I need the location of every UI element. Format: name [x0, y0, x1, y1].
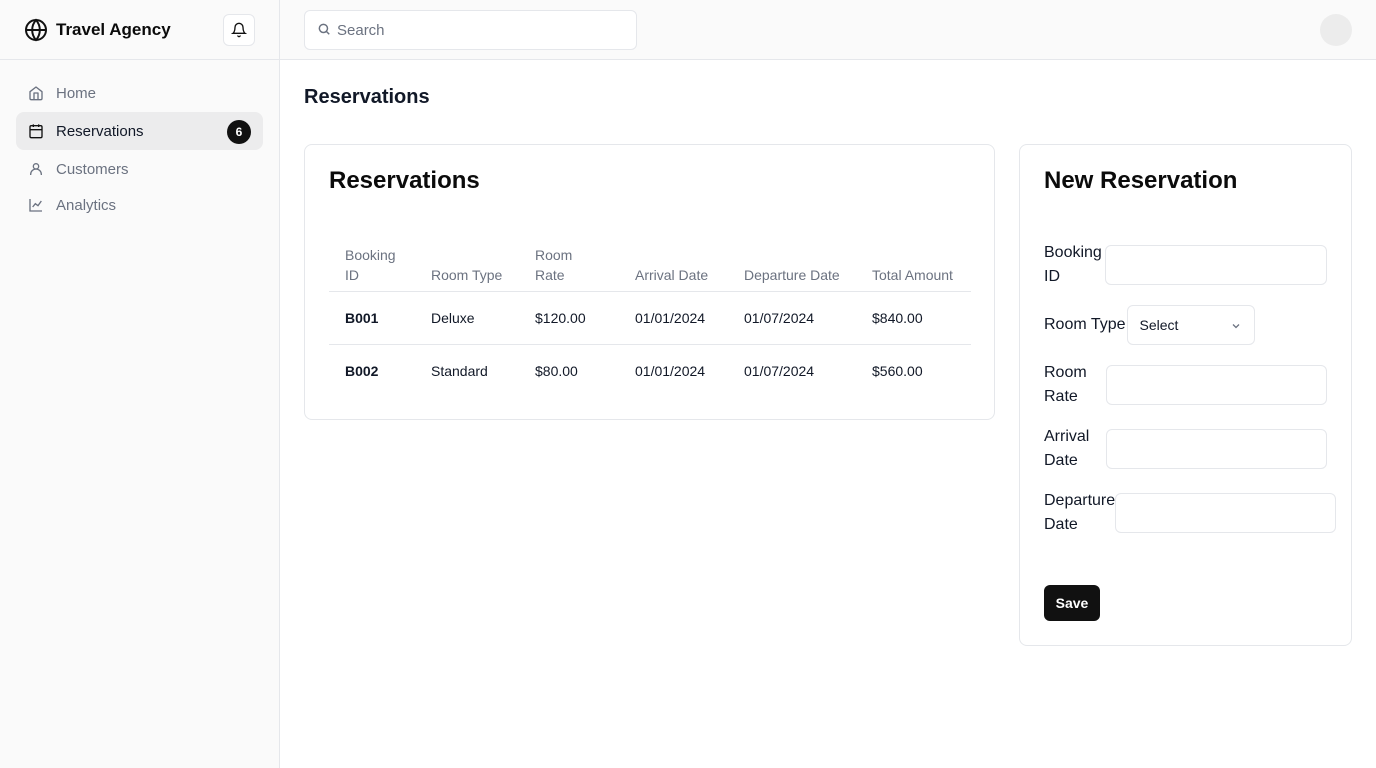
new-reservation-title: New Reservation: [1044, 167, 1238, 194]
top-bar: [280, 0, 1376, 60]
sidebar-item-label: Reservations: [56, 122, 144, 140]
cell-booking-id: B001: [329, 291, 415, 345]
room-type-selected-value: Select: [1139, 317, 1179, 333]
room-rate-field[interactable]: [1106, 365, 1327, 405]
reservations-table: Booking ID Room Type Room Rate Arrival D…: [329, 237, 971, 398]
column-header-booking-id: Booking ID: [329, 237, 415, 292]
cell-departure-date: 01/07/2024: [744, 363, 815, 380]
column-header-departure-date: Departure Date: [728, 237, 856, 292]
sidebar-nav: Home Reservations 6 Customers Analytics: [0, 60, 279, 236]
booking-id-row: Booking ID: [1044, 241, 1327, 289]
cell-total-amount: $560.00: [872, 363, 923, 380]
reservations-count-badge: 6: [227, 120, 251, 144]
room-rate-label: Room Rate: [1044, 364, 1087, 405]
departure-date-label: Departure Date: [1044, 492, 1116, 533]
table-header-row: Booking ID Room Type Room Rate Arrival D…: [329, 237, 971, 292]
new-reservation-card: New Reservation Booking ID Room Type Sel…: [1019, 144, 1352, 646]
globe-icon: [24, 17, 48, 42]
brand: Travel Agency: [0, 0, 279, 60]
table-row[interactable]: B002 Standard $80.00 01/01/2024 01/07/20…: [329, 345, 971, 398]
cell-total-amount: $840.00: [856, 291, 971, 345]
sidebar: Travel Agency Home Reservations 6 Custom…: [0, 0, 280, 768]
room-type-select[interactable]: Select: [1126, 305, 1255, 345]
sidebar-item-customers[interactable]: Customers: [16, 150, 263, 188]
departure-date-field[interactable]: [1115, 493, 1337, 533]
line-chart-icon: [28, 197, 44, 213]
booking-id-field[interactable]: [1105, 245, 1327, 285]
reservations-card: Reservations Booking ID Room Type Room R…: [304, 144, 995, 420]
bell-icon: [231, 22, 247, 38]
chevron-down-icon: [1230, 320, 1242, 332]
departure-date-row: Departure Date: [1044, 489, 1337, 537]
room-type-label: Room Type: [1044, 316, 1126, 333]
column-header-room-rate: Room Rate: [519, 237, 619, 292]
home-icon: [28, 85, 44, 101]
sidebar-item-analytics[interactable]: Analytics: [16, 188, 263, 222]
booking-id-label: Booking ID: [1044, 244, 1102, 285]
user-icon: [28, 161, 44, 177]
sidebar-item-reservations[interactable]: Reservations 6: [16, 112, 263, 150]
cell-room-type: Deluxe: [415, 291, 519, 345]
cell-arrival-date: 01/01/2024: [635, 363, 706, 380]
avatar[interactable]: [1320, 14, 1352, 46]
notifications-button[interactable]: [223, 14, 255, 46]
page-title: Reservations: [304, 86, 430, 108]
sidebar-item-label: Analytics: [56, 196, 117, 214]
column-header-room-type: Room Type: [415, 237, 519, 292]
arrival-date-label: Arrival Date: [1044, 428, 1090, 469]
sidebar-item-label: Customers: [56, 160, 129, 178]
cell-arrival-date: 01/01/2024: [619, 291, 728, 345]
cell-room-type: Standard: [431, 363, 488, 380]
sidebar-item-label: Home: [56, 84, 97, 102]
arrival-date-row: Arrival Date: [1044, 425, 1327, 473]
sidebar-item-home[interactable]: Home: [16, 74, 263, 112]
search-input[interactable]: [337, 21, 617, 39]
arrival-date-field[interactable]: [1106, 429, 1327, 469]
room-type-row: Room Type Select: [1044, 305, 1327, 345]
cell-departure-date: 01/07/2024: [728, 291, 856, 345]
room-rate-row: Room Rate: [1044, 361, 1327, 409]
column-header-arrival-date: Arrival Date: [619, 237, 728, 292]
cell-room-rate: $80.00: [535, 363, 578, 380]
column-header-total-amount: Total Amount: [856, 237, 971, 292]
search-box[interactable]: [304, 10, 637, 50]
search-icon: [317, 22, 331, 36]
cell-room-rate: $120.00: [519, 291, 619, 345]
brand-name: Travel Agency: [56, 19, 171, 39]
reservations-card-title: Reservations: [329, 167, 480, 194]
save-button[interactable]: Save: [1044, 585, 1100, 621]
calendar-icon: [28, 123, 44, 139]
table-row[interactable]: B001 Deluxe $120.00 01/01/2024 01/07/202…: [329, 291, 971, 345]
cell-booking-id: B002: [345, 363, 379, 380]
